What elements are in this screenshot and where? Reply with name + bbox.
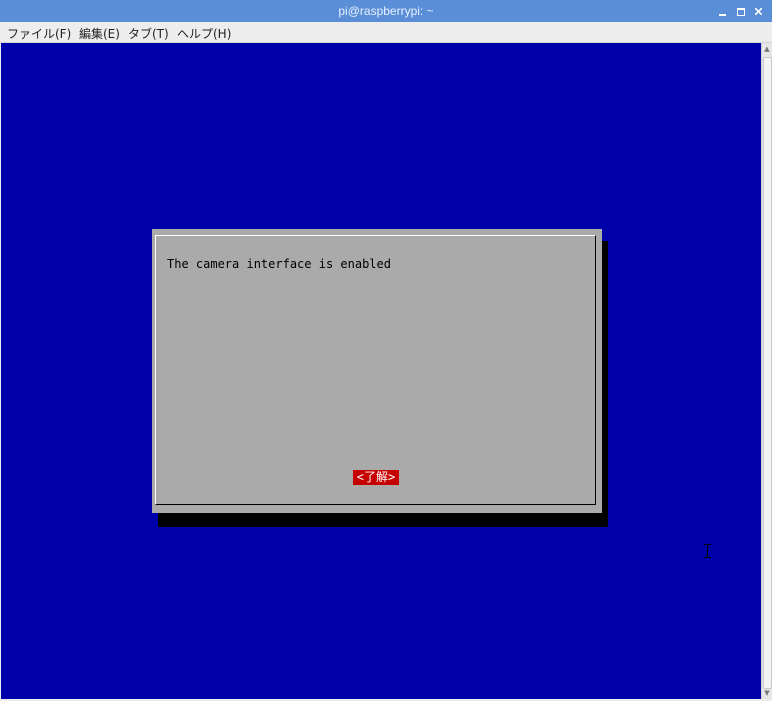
maximize-icon [737, 8, 745, 16]
title-bar[interactable]: pi@raspberrypi: ~ [0, 0, 772, 22]
close-button[interactable] [751, 3, 767, 19]
menu-tabs[interactable]: タブ(T) [128, 25, 169, 42]
terminal-window: pi@raspberrypi: ~ ファイル(F) 編集(E) タブ(T) ヘル… [0, 0, 772, 701]
dialog-frame [155, 235, 596, 505]
minimize-icon [719, 14, 726, 16]
close-icon [755, 8, 762, 15]
vertical-scrollbar[interactable]: ▲ ▼ [761, 43, 772, 699]
window-title: pi@raspberrypi: ~ [338, 4, 434, 18]
menu-file[interactable]: ファイル(F) [7, 25, 71, 42]
maximize-button[interactable] [733, 3, 749, 19]
menu-help[interactable]: ヘルプ(H) [177, 25, 231, 42]
scroll-up-icon[interactable]: ▲ [763, 45, 771, 53]
scroll-thumb[interactable] [763, 57, 772, 689]
ok-button[interactable]: <了解> [353, 470, 399, 485]
dialog-message: The camera interface is enabled [167, 257, 391, 271]
scroll-down-icon[interactable]: ▼ [763, 689, 771, 697]
minimize-button[interactable] [715, 3, 731, 19]
message-dialog: The camera interface is enabled <了解> [152, 229, 602, 513]
menu-bar: ファイル(F) 編集(E) タブ(T) ヘルプ(H) [0, 22, 772, 43]
text-cursor-icon [704, 544, 711, 558]
menu-edit[interactable]: 編集(E) [79, 25, 120, 42]
